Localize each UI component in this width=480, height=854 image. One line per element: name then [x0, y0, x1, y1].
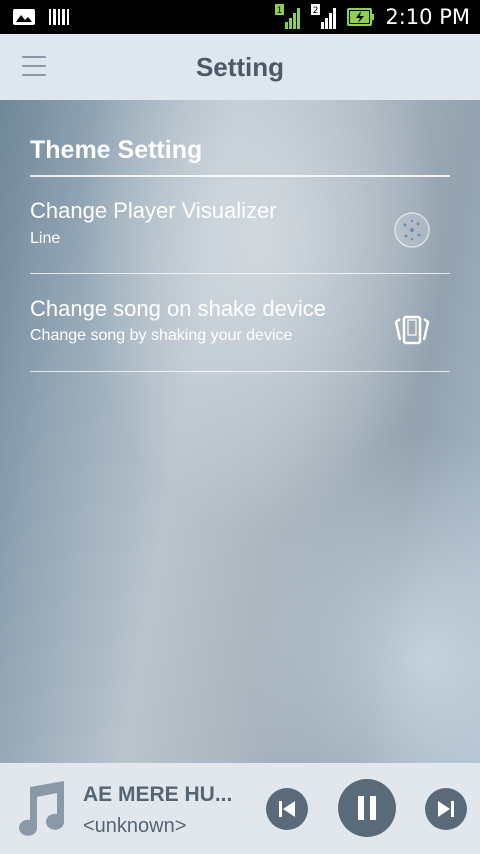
- status-time: 2:10 PM: [385, 5, 470, 29]
- shake-phone-icon: [394, 315, 430, 345]
- settings-content: Theme Setting Change Player Visualizer L…: [0, 100, 480, 763]
- setting-item-subtitle: Change song by shaking your device: [30, 327, 293, 344]
- section-title: Theme Setting: [30, 136, 203, 164]
- battery-charging-icon: [347, 8, 375, 26]
- gallery-notification-icon: [13, 9, 35, 25]
- status-right: 1 2 2:10 PM: [275, 4, 470, 30]
- music-note-icon: [19, 781, 65, 836]
- status-bar: 1 2 2:10 PM: [0, 0, 480, 34]
- mini-player[interactable]: AE MERE HU... <unknown>: [0, 763, 480, 854]
- pause-button[interactable]: [338, 779, 396, 837]
- next-icon: [438, 801, 454, 817]
- next-button[interactable]: [425, 788, 467, 830]
- track-title: AE MERE HU...: [83, 783, 233, 806]
- sim1-label: 1: [277, 6, 283, 16]
- sim2-signal-icon: 2: [311, 4, 337, 29]
- visualizer-icon: [394, 212, 430, 248]
- app-bar: Setting: [0, 34, 480, 100]
- setting-item-subtitle: Line: [30, 230, 61, 247]
- previous-button[interactable]: [266, 788, 308, 830]
- setting-item-visualizer[interactable]: Change Player Visualizer Line: [30, 176, 450, 274]
- previous-icon: [279, 801, 295, 817]
- track-artist: <unknown>: [83, 815, 187, 837]
- setting-item-title: Change Player Visualizer: [30, 198, 277, 223]
- hamburger-menu-icon[interactable]: [22, 56, 46, 76]
- pause-icon: [358, 796, 376, 820]
- item-divider: [30, 371, 450, 372]
- page-title: Setting: [195, 51, 285, 82]
- sim1-signal-icon: 1: [275, 4, 301, 29]
- setting-item-title: Change song on shake device: [30, 296, 326, 321]
- status-left: [12, 7, 70, 27]
- sim2-label: 2: [313, 6, 319, 16]
- setting-item-shake[interactable]: Change song on shake device Change song …: [30, 274, 450, 372]
- barcode-notification-icon: [49, 9, 69, 25]
